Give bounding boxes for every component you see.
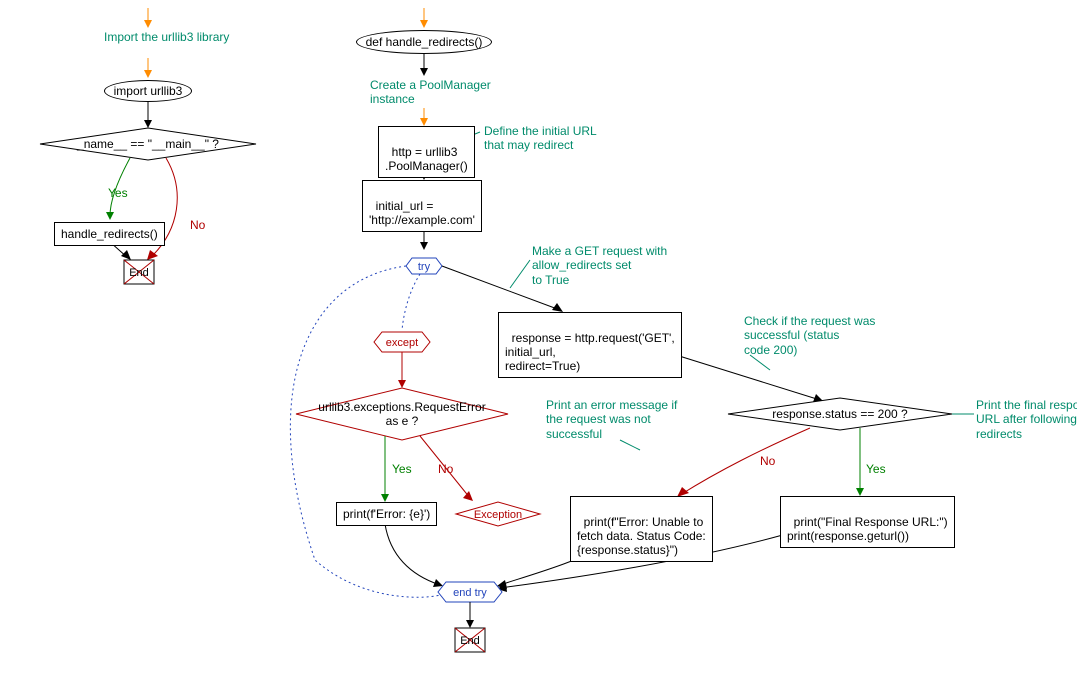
except-yes: Yes xyxy=(392,462,412,476)
pool-rect: http = urllib3 .PoolManager() xyxy=(378,126,475,178)
end-right-text: End xyxy=(460,635,480,647)
import-text: import urllib3 xyxy=(114,84,183,98)
pool-text: http = urllib3 .PoolManager() xyxy=(385,145,468,173)
status-check-text: response.status == 200 ? xyxy=(772,407,908,421)
except-no: No xyxy=(438,462,453,476)
call-rect: handle_redirects() xyxy=(54,222,165,246)
print-err-text: print(f'Error: {e}') xyxy=(343,507,430,521)
end-left-text: End xyxy=(129,267,149,279)
except-cond-text: urllib3.exceptions.RequestError as e ? xyxy=(302,400,502,428)
call-text: handle_redirects() xyxy=(61,227,158,241)
request-rect: response = http.request('GET', initial_u… xyxy=(498,312,682,378)
except-text: except xyxy=(386,337,418,349)
import-ellipse: import urllib3 xyxy=(104,80,192,102)
try-text: try xyxy=(418,261,431,273)
print-unable-text: print(f"Error: Unable to fetch data. Sta… xyxy=(577,515,706,557)
request-text: response = http.request('GET', initial_u… xyxy=(505,331,675,373)
fn-ellipse: def handle_redirects() xyxy=(356,30,492,54)
url-rect: initial_url = 'http://example.com' xyxy=(362,180,482,232)
comment-import: Import the urllib3 library xyxy=(104,30,229,44)
comment-url: Define the initial URL that may redirect xyxy=(484,124,597,153)
print-final-text: print("Final Response URL:") print(respo… xyxy=(787,515,948,543)
comment-final: Print the final response URL after follo… xyxy=(976,398,1077,441)
status-no: No xyxy=(760,454,775,468)
comment-pool: Create a PoolManager instance xyxy=(370,78,491,107)
main-check-text: _name__ == "__main__" ? xyxy=(76,137,219,151)
fn-text: def handle_redirects() xyxy=(366,35,483,49)
exception-text: Exception xyxy=(474,509,522,521)
comment-check: Check if the request was successful (sta… xyxy=(744,314,875,357)
url-text: initial_url = 'http://example.com' xyxy=(369,199,475,227)
left-yes: Yes xyxy=(108,186,128,200)
endtry-text: end try xyxy=(453,587,487,599)
comment-unable: Print an error message if the request wa… xyxy=(546,398,677,441)
print-err-rect: print(f'Error: {e}') xyxy=(336,502,437,526)
print-final-rect: print("Final Response URL:") print(respo… xyxy=(780,496,955,548)
status-yes: Yes xyxy=(866,462,886,476)
print-unable-rect: print(f"Error: Unable to fetch data. Sta… xyxy=(570,496,713,562)
comment-get: Make a GET request with allow_redirects … xyxy=(532,244,667,287)
left-no: No xyxy=(190,218,205,232)
